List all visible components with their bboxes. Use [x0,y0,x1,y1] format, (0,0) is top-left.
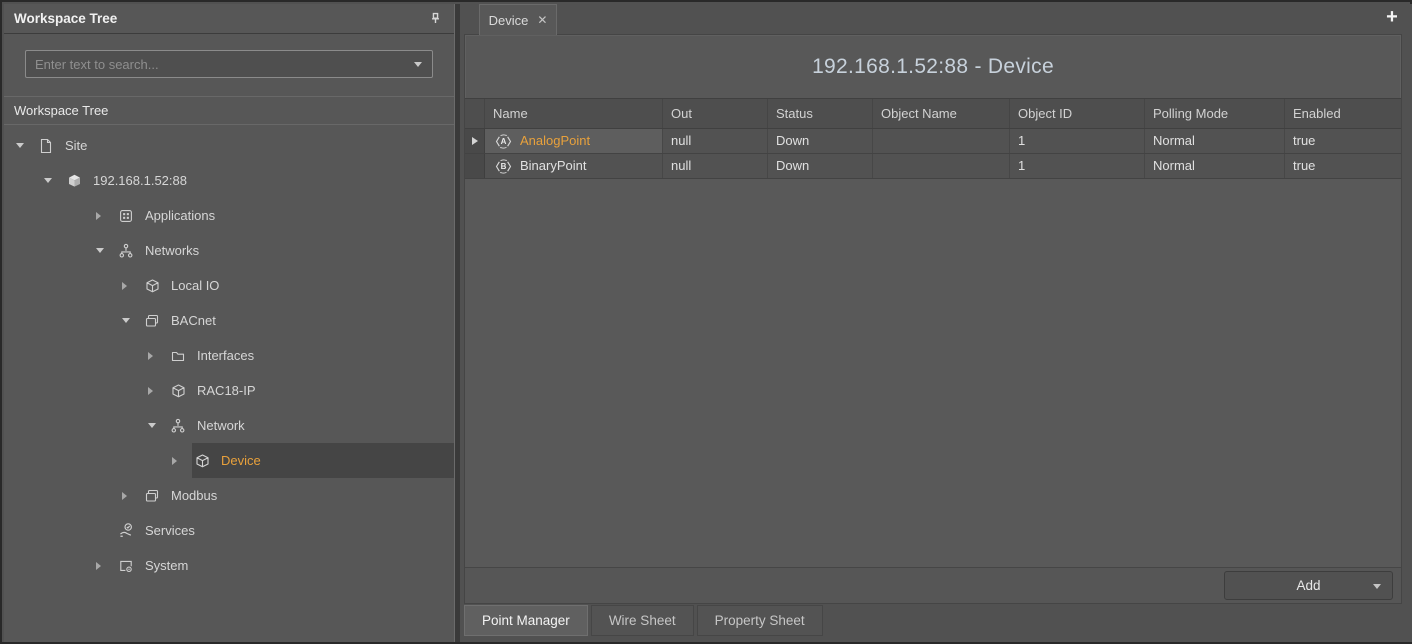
tree-item-network[interactable]: Network [4,408,454,443]
new-tab-button[interactable]: + [1382,6,1402,29]
network-icon [118,242,142,260]
grid-header-gutter [465,99,485,128]
close-icon[interactable]: ✕ [537,14,547,26]
point-name: BinaryPoint [520,154,586,178]
chevron-down-icon[interactable] [404,51,432,77]
column-header-object-id[interactable]: Object ID [1010,99,1145,128]
grid-empty-area [465,179,1401,567]
search-input[interactable] [26,51,404,77]
tab-point-manager[interactable]: Point Manager [464,605,588,636]
workspace-tree-panel: Workspace Tree Workspace Tree Site [4,4,455,642]
point-name: AnalogPoint [520,129,590,153]
system-icon [118,557,142,575]
tree-item-networks[interactable]: Networks [4,233,454,268]
selected-tree-item[interactable]: Device [192,443,454,478]
network-icon [170,417,194,435]
app-window: Workspace Tree Workspace Tree Site [0,0,1412,644]
column-header-object-name[interactable]: Object Name [873,99,1010,128]
view-tabstrip: Point Manager Wire Sheet Property Sheet [464,605,823,636]
cell-status: Down [768,154,873,178]
cell-out: null [663,129,768,153]
point-manager-view: 192.168.1.52:88 - Device Name Out Status… [464,34,1402,604]
expander-icon[interactable] [148,423,168,428]
row-gutter [465,154,485,178]
tree-item-bacnet[interactable]: BACnet [4,303,454,338]
grid-header-row: Name Out Status Object Name Object ID Po… [465,98,1401,129]
expander-icon[interactable] [148,352,168,360]
tree-item-rac18-ip[interactable]: RAC18-IP [4,373,454,408]
expander-icon[interactable] [122,282,142,290]
tree-item-controller[interactable]: 192.168.1.52:88 [4,163,454,198]
folder-icon [170,347,194,365]
expander-icon[interactable] [148,387,168,395]
tree-item-device[interactable]: Device [4,443,454,478]
cell-enabled: true [1285,154,1401,178]
tab-wire-sheet[interactable]: Wire Sheet [591,605,694,636]
analog-point-icon: A [494,133,513,150]
cell-enabled: true [1285,129,1401,153]
row-indicator-icon [465,129,485,153]
tree-item-site[interactable]: Site [4,128,454,163]
add-button[interactable]: Add [1224,571,1393,600]
workspace-tree-header: Workspace Tree [4,4,454,34]
tree-item-interfaces[interactable]: Interfaces [4,338,454,373]
table-row-binarypoint[interactable]: B BinaryPoint null Down 1 Normal true [465,154,1401,179]
cell-polling-mode: Normal [1145,129,1285,153]
cell-status: Down [768,129,873,153]
expander-icon[interactable] [44,178,64,183]
cell-object-name [873,154,1010,178]
tree-item-services[interactable]: Services [4,513,454,548]
svg-text:B: B [501,162,507,171]
table-row-analogpoint[interactable]: A AnalogPoint null Down 1 Normal true [465,129,1401,154]
tree-item-modbus[interactable]: Modbus [4,478,454,513]
expander-icon[interactable] [96,248,116,253]
search-area [4,34,454,96]
document-icon [38,137,62,155]
cell-out: null [663,154,768,178]
tree-section-label: Workspace Tree [14,103,108,118]
expander-icon[interactable] [122,492,142,500]
cell-object-name [873,129,1010,153]
cell-polling-mode: Normal [1145,154,1285,178]
expander-icon[interactable] [16,143,36,148]
expander-icon[interactable] [122,318,142,323]
tree-item-system[interactable]: System [4,548,454,583]
tab-device[interactable]: Device ✕ [479,4,557,35]
device-title: 192.168.1.52:88 - Device [465,35,1401,98]
expander-icon[interactable] [172,457,192,465]
workspace-tree: Site 192.168.1.52:88 Appli [4,125,454,583]
chevron-down-icon[interactable] [1373,584,1381,589]
document-tabstrip: Device ✕ + [460,4,1412,35]
column-header-out[interactable]: Out [663,99,768,128]
cell-object-id: 1 [1010,154,1145,178]
expander-icon[interactable] [96,212,116,220]
svg-text:A: A [501,137,507,146]
column-header-status[interactable]: Status [768,99,873,128]
search-combobox[interactable] [25,50,433,78]
controller-icon [66,172,90,190]
column-header-enabled[interactable]: Enabled [1285,99,1401,128]
applications-icon [118,207,142,225]
pin-icon[interactable] [426,10,444,28]
expander-icon[interactable] [96,562,116,570]
cell-object-id: 1 [1010,129,1145,153]
tab-label: Device [489,13,529,28]
main-panel: Device ✕ + 192.168.1.52:88 - Device Name… [460,4,1412,642]
bottom-toolbar: Add [465,567,1401,603]
layers-icon [144,487,168,505]
cube-icon [170,382,194,400]
panel-title: Workspace Tree [14,11,426,26]
cube-icon [144,277,168,295]
column-header-name[interactable]: Name [485,99,663,128]
tree-item-applications[interactable]: Applications [4,198,454,233]
tab-property-sheet[interactable]: Property Sheet [697,605,823,636]
cube-icon [194,452,218,470]
services-icon [118,522,142,540]
tree-section-header: Workspace Tree [4,96,454,125]
layers-icon [144,312,168,330]
binary-point-icon: B [494,158,513,175]
tree-item-local-io[interactable]: Local IO [4,268,454,303]
column-header-polling-mode[interactable]: Polling Mode [1145,99,1285,128]
